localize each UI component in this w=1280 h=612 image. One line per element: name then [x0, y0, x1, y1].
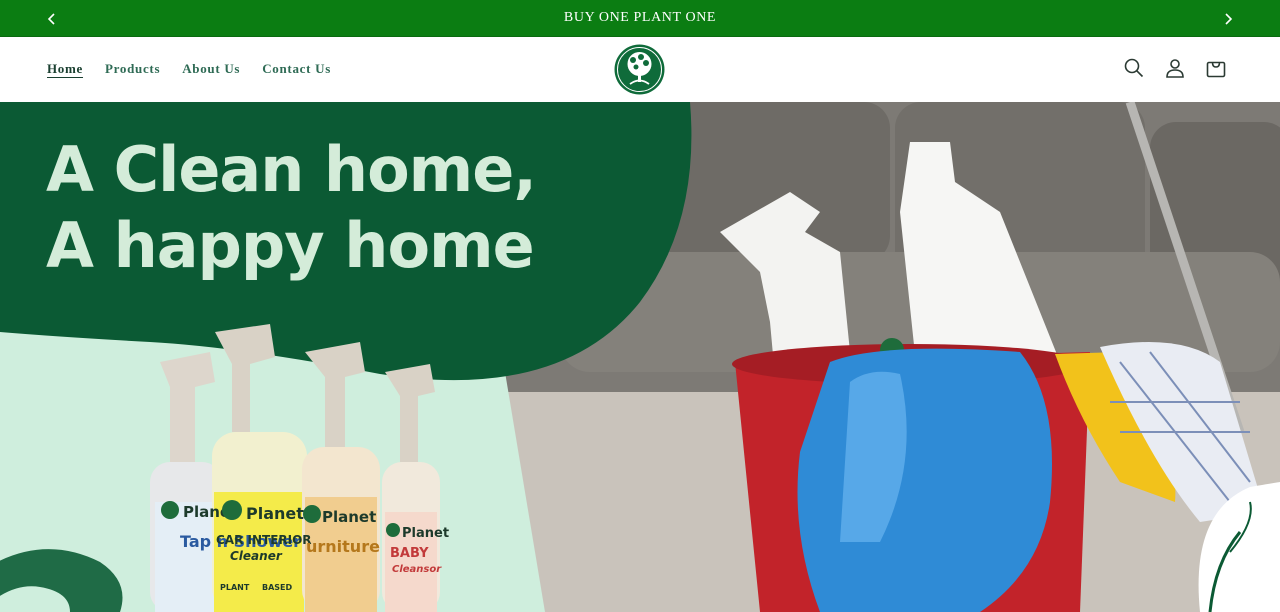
svg-text:Planet: Planet — [246, 504, 304, 523]
svg-text:Planet: Planet — [322, 508, 376, 526]
hero-headline: A Clean home, A happy home — [46, 132, 537, 284]
cart-button[interactable] — [1202, 53, 1230, 83]
announcement-next-button[interactable] — [1208, 0, 1248, 37]
site-header: Home Products About Us Contact Us — [0, 37, 1280, 102]
hero-headline-line-2: A happy home — [46, 209, 535, 282]
announcement-prev-button[interactable] — [32, 0, 72, 37]
header-icons — [1120, 53, 1230, 83]
svg-text:Cleansor: Cleansor — [392, 564, 442, 575]
svg-text:Cleaner: Cleaner — [230, 549, 283, 563]
tree-logo-icon — [614, 44, 665, 95]
svg-text:urniture: urniture — [306, 537, 380, 556]
announcement-bar: BUY ONE PLANT ONE — [0, 0, 1280, 37]
nav-products[interactable]: Products — [105, 61, 160, 77]
hero-banner[interactable]: Planet Tap n Shower Planet CAR INTERIOR … — [0, 102, 1280, 612]
chevron-left-icon — [47, 12, 55, 25]
account-icon — [1166, 59, 1184, 78]
nav-home[interactable]: Home — [47, 61, 83, 77]
chevron-right-icon — [1225, 12, 1233, 25]
svg-text:Planet: Planet — [402, 526, 449, 541]
account-button[interactable] — [1161, 53, 1189, 83]
search-button[interactable] — [1120, 53, 1148, 83]
search-icon — [1124, 58, 1144, 78]
svg-text:BABY: BABY — [390, 546, 429, 561]
nav-about-us[interactable]: About Us — [182, 61, 240, 77]
nav-contact-us[interactable]: Contact Us — [262, 61, 331, 77]
svg-text:CAR INTERIOR: CAR INTERIOR — [216, 533, 312, 547]
cart-icon — [1206, 61, 1226, 78]
site-logo[interactable] — [614, 44, 665, 95]
svg-text:PLANT: PLANT — [220, 583, 250, 592]
hero-headline-line-1: A Clean home, — [46, 133, 537, 206]
main-nav: Home Products About Us Contact Us — [47, 61, 331, 77]
announcement-text: BUY ONE PLANT ONE — [563, 10, 717, 25]
svg-text:BASED: BASED — [262, 583, 293, 592]
